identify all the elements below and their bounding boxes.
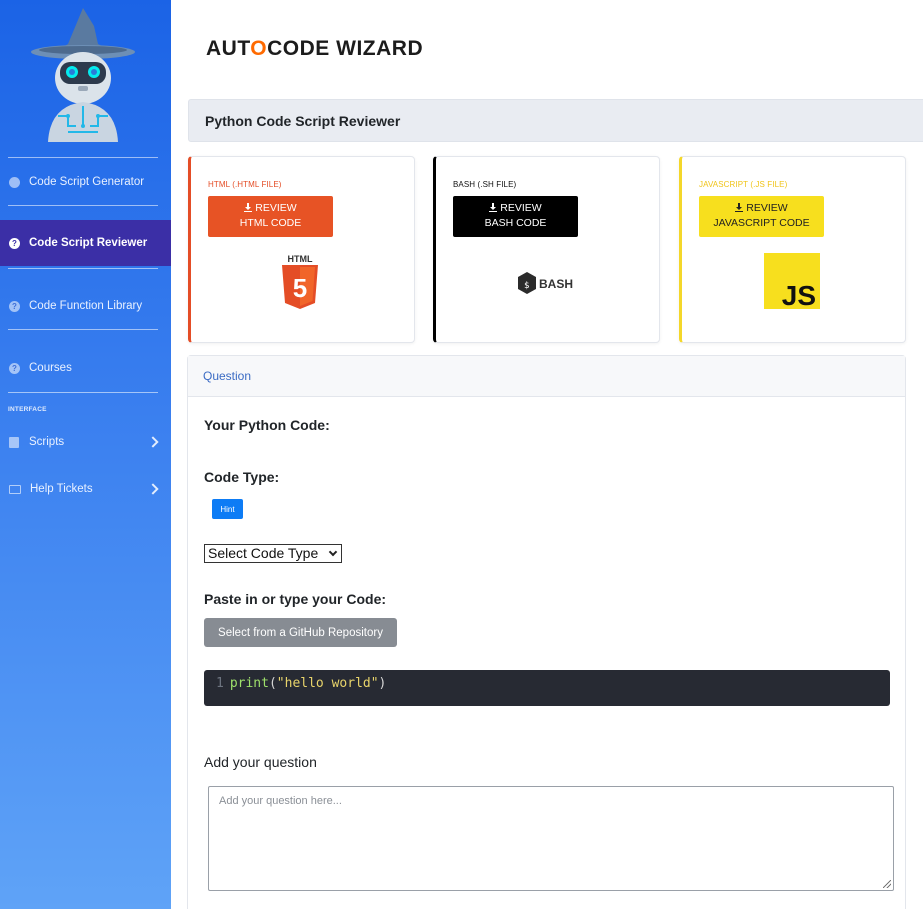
sidebar-item-code-script-reviewer[interactable]: ? Code Script Reviewer [0, 220, 171, 266]
sidebar-item-code-script-generator[interactable]: Code Script Generator [0, 159, 171, 205]
resize-handle-icon[interactable] [883, 880, 891, 888]
sidebar-divider [8, 329, 158, 330]
card-file-label: HTML (.HTML FILE) [208, 180, 282, 189]
bash-logo-icon: $ BASH [518, 272, 573, 294]
sidebar-item-label: Help Tickets [30, 483, 93, 495]
file-icon [9, 436, 19, 448]
hint-button[interactable]: Hint [212, 499, 243, 519]
sidebar-item-label: Code Script Reviewer [29, 237, 148, 249]
ticket-icon [9, 484, 21, 494]
sidebar-section-heading: INTERFACE [8, 406, 47, 413]
sidebar-item-label: Courses [29, 362, 72, 374]
code-type-heading: Code Type: [204, 469, 280, 485]
sidebar-divider [8, 392, 158, 393]
sidebar-item-scripts[interactable]: Scripts [0, 419, 171, 465]
javascript-logo-icon: JS [764, 253, 820, 309]
question-placeholder: Add your question here... [219, 795, 342, 807]
svg-text:$: $ [524, 281, 529, 291]
html-review-card: HTML (.HTML FILE) REVIEW HTML CODE HTML … [188, 156, 415, 343]
wizard-robot-logo[interactable] [28, 6, 138, 144]
sidebar-item-code-function-library[interactable]: ? Code Function Library [0, 283, 171, 329]
sidebar-divider [8, 205, 158, 206]
line-number: 1 [216, 676, 224, 691]
review-javascript-button[interactable]: REVIEW JAVASCRIPT CODE [699, 196, 824, 237]
sidebar-item-courses[interactable]: ? Courses [0, 345, 171, 391]
download-icon [489, 203, 498, 212]
page-title: Python Code Script Reviewer [188, 99, 923, 142]
your-code-heading: Your Python Code: [204, 417, 330, 433]
question-circle-icon: ? [9, 237, 20, 249]
svg-text:JS: JS [782, 280, 816, 309]
sidebar-item-label: Code Function Library [29, 300, 143, 312]
question-circle-icon: ? [9, 362, 20, 374]
sidebar: Code Script Generator ? Code Script Revi… [0, 0, 171, 909]
add-question-label: Add your question [204, 754, 317, 770]
sidebar-divider [8, 268, 158, 269]
code-editor[interactable]: 1 print("hello world") [204, 670, 890, 706]
chevron-down-icon [328, 547, 338, 557]
paste-code-heading: Paste in or type your Code: [204, 591, 387, 607]
review-html-button[interactable]: REVIEW HTML CODE [208, 196, 333, 237]
javascript-review-card: JAVASCRIPT (.JS FILE) REVIEW JAVASCRIPT … [679, 156, 906, 343]
sidebar-item-label: Code Script Generator [29, 176, 145, 188]
sidebar-item-label: Scripts [29, 436, 65, 448]
bash-review-card: BASH (.SH FILE) REVIEW BASH CODE $ BASH [433, 156, 660, 343]
sidebar-divider [8, 157, 158, 158]
code-type-select[interactable]: Select Code Type [204, 544, 342, 563]
card-file-label: JAVASCRIPT (.JS FILE) [699, 180, 788, 189]
svg-text:5: 5 [293, 273, 307, 303]
review-bash-button[interactable]: REVIEW BASH CODE [453, 196, 578, 237]
question-panel-header: Question [188, 356, 905, 397]
chevron-right-icon [147, 436, 159, 448]
github-repository-button[interactable]: Select from a GitHub Repository [204, 618, 397, 647]
question-circle-icon: ? [9, 300, 20, 312]
question-panel: Question Your Python Code: Code Type: Hi… [187, 355, 906, 909]
dashboard-icon [9, 176, 20, 188]
html5-logo-icon: HTML 5 [282, 254, 318, 309]
sidebar-item-help-tickets[interactable]: Help Tickets [0, 466, 171, 512]
download-icon [735, 203, 744, 212]
svg-text:HTML: HTML [288, 254, 313, 264]
question-textarea[interactable]: Add your question here... [208, 786, 894, 891]
brand-wordmark: AUTOCODE WIZARD [206, 37, 424, 60]
download-icon [244, 203, 253, 212]
chevron-right-icon [147, 483, 159, 495]
card-file-label: BASH (.SH FILE) [453, 180, 517, 189]
svg-text:BASH: BASH [539, 277, 573, 291]
